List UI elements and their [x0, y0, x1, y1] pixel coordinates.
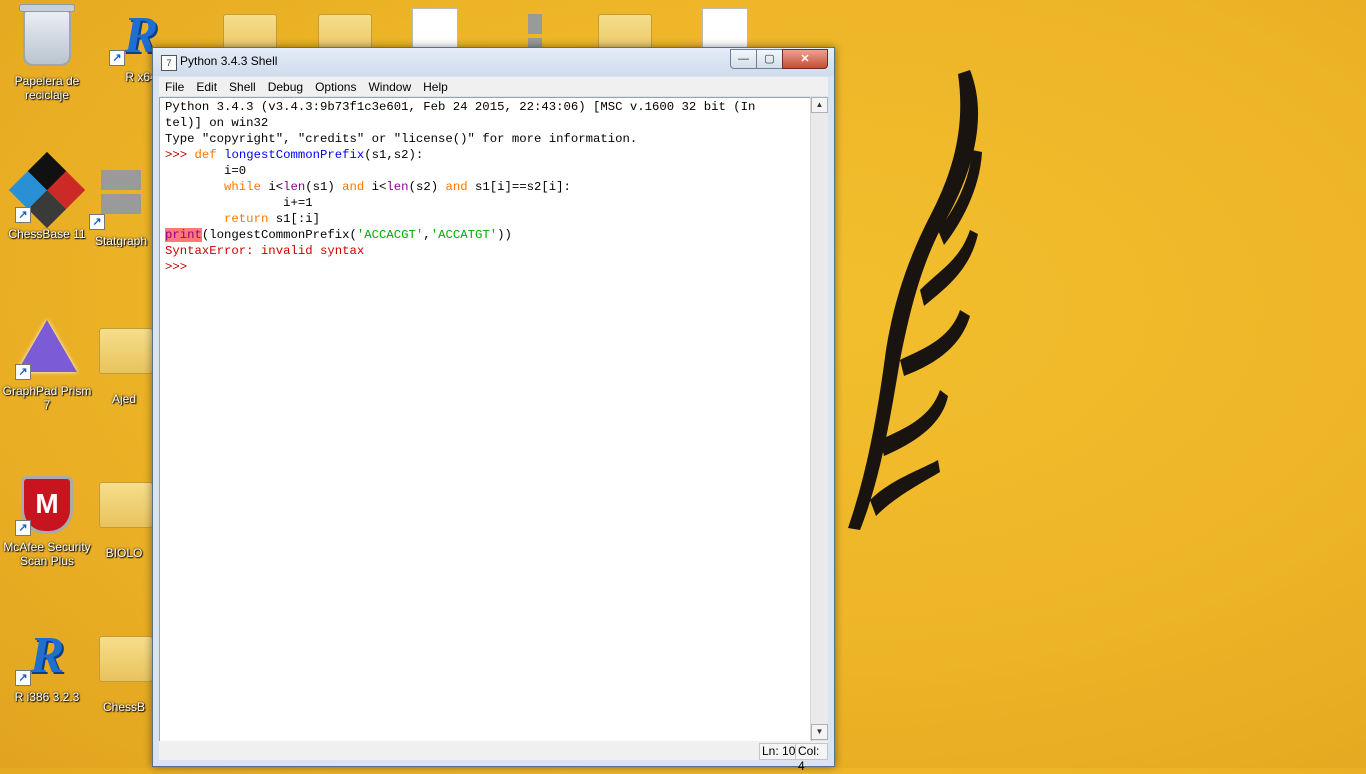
- title-bar[interactable]: 7 Python 3.4.3 Shell — ▢ ✕: [153, 48, 834, 76]
- string-literal: 'ACCACGT': [356, 228, 424, 242]
- string-literal: 'ACCATGT': [430, 228, 498, 242]
- scroll-down-arrow-icon[interactable]: ▼: [811, 724, 828, 740]
- syntax-error-message: SyntaxError: invalid syntax: [165, 244, 365, 258]
- vertical-scrollbar[interactable]: ▲ ▼: [810, 97, 828, 740]
- shell-text-area[interactable]: Python 3.4.3 (v3.4.3:9b73f1c3e601, Feb 2…: [159, 97, 812, 742]
- desktop-icon-label: McAfee Security Scan Plus: [3, 540, 91, 568]
- maximize-button[interactable]: ▢: [756, 49, 783, 69]
- desktop-icon-label: BIOLO: [105, 546, 143, 560]
- desktop-icon-label: Papelera de reciclaje: [14, 74, 80, 102]
- desktop-icon-biologia-folder[interactable]: BIOLO: [96, 472, 152, 560]
- code-fragment: s1[i]==s2[i]:: [467, 180, 571, 194]
- banner-line-3: Type "copyright", "credits" or "license(…: [165, 132, 638, 146]
- folder-icon: [99, 636, 152, 682]
- status-line: Ln: 10: [759, 743, 799, 760]
- shortcut-arrow-icon: ↗: [89, 214, 105, 230]
- folder-icon: [99, 328, 152, 374]
- desktop-icon-label: Statgraph: [94, 234, 148, 248]
- menu-help[interactable]: Help: [417, 80, 454, 94]
- menu-window[interactable]: Window: [362, 80, 417, 94]
- shell-prompt-final: >>>: [165, 260, 188, 274]
- banner-line-1: Python 3.4.3 (v3.4.3:9b73f1c3e601, Feb 2…: [165, 100, 756, 114]
- banner-line-2: tel)] on win32: [165, 116, 269, 130]
- function-name: longestCommonPrefix: [224, 148, 365, 162]
- keyword-and: and: [445, 180, 468, 194]
- error-highlight-print: print: [165, 228, 202, 242]
- keyword-def: def: [194, 148, 217, 162]
- shell-output: Python 3.4.3 (v3.4.3:9b73f1c3e601, Feb 2…: [160, 98, 811, 275]
- menu-file[interactable]: File: [159, 80, 190, 94]
- code-fragment: (longestCommonPrefix(: [201, 228, 357, 242]
- keyword-and: and: [342, 180, 365, 194]
- code-line-increment: i+=1: [283, 196, 313, 210]
- recycle-bin-icon: [19, 4, 75, 66]
- python-shell-window: 7 Python 3.4.3 Shell — ▢ ✕ File Edit She…: [152, 47, 835, 773]
- menu-debug[interactable]: Debug: [262, 80, 309, 94]
- folder-icon: [99, 482, 152, 528]
- code-fragment: (s2): [408, 180, 446, 194]
- def-args: (s1,s2):: [364, 148, 424, 162]
- wallpaper-antler: [848, 70, 982, 530]
- shortcut-arrow-icon: ↗: [15, 520, 31, 536]
- code-fragment: i<: [260, 180, 284, 194]
- code-fragment: s1[:i]: [268, 212, 320, 226]
- scroll-up-arrow-icon[interactable]: ▲: [811, 97, 828, 113]
- desktop-icon-graphpad[interactable]: ↗ GraphPad Prism 7: [2, 318, 92, 412]
- builtin-len: len: [386, 180, 409, 194]
- shortcut-arrow-icon: ↗: [15, 207, 31, 223]
- menu-shell[interactable]: Shell: [223, 80, 262, 94]
- menu-bar: File Edit Shell Debug Options Window Hel…: [159, 77, 828, 96]
- code-line-i0: i=0: [224, 164, 247, 178]
- keyword-return: return: [224, 212, 269, 226]
- code-fragment: i<: [364, 180, 387, 194]
- desktop-icon-label: ChessBase 11: [8, 227, 86, 241]
- shortcut-arrow-icon: ↗: [15, 670, 31, 686]
- keyword-while: while: [224, 180, 261, 194]
- shortcut-arrow-icon: ↗: [109, 50, 125, 66]
- desktop-icon-ajedrez-folder[interactable]: Ajed: [96, 318, 152, 406]
- status-bar: Ln: 10 Col: 4: [159, 741, 828, 773]
- desktop-icon-chessbase[interactable]: ↗ ChessBase 11: [2, 151, 92, 241]
- desktop-icon-chessbase-folder[interactable]: ChessB: [96, 626, 152, 714]
- desktop-icon-label: ChessB: [102, 700, 146, 714]
- minimize-button[interactable]: —: [730, 49, 757, 69]
- window-controls: — ▢ ✕: [730, 49, 828, 69]
- code-fragment: )): [497, 228, 512, 242]
- python-file-icon: 7: [161, 55, 177, 71]
- shell-prompt: >>>: [165, 148, 188, 162]
- builtin-len: len: [283, 180, 306, 194]
- menu-options[interactable]: Options: [309, 80, 362, 94]
- window-title: Python 3.4.3 Shell: [180, 54, 278, 68]
- desktop-icon-label: GraphPad Prism 7: [2, 384, 92, 412]
- close-button[interactable]: ✕: [782, 49, 828, 69]
- desktop-icon-label: Ajed: [111, 392, 137, 406]
- shortcut-arrow-icon: ↗: [15, 364, 31, 380]
- desktop-icon-r-i386[interactable]: R ↗ R i386 3.2.3: [2, 626, 92, 704]
- desktop-icon-statgraphics[interactable]: ↗ Statgraph: [88, 160, 154, 248]
- statgraphics-icon: [101, 170, 141, 214]
- desktop-icon-label: R i386 3.2.3: [14, 690, 80, 704]
- desktop-icon-mcafee[interactable]: M ↗ McAfee Security Scan Plus: [2, 472, 92, 568]
- status-column: Col: 4: [795, 743, 828, 773]
- code-fragment: ,: [423, 228, 431, 242]
- code-fragment: (s1): [305, 180, 343, 194]
- desktop-icon-recycle-bin[interactable]: Papelera de reciclaje: [2, 4, 92, 102]
- menu-edit[interactable]: Edit: [190, 80, 223, 94]
